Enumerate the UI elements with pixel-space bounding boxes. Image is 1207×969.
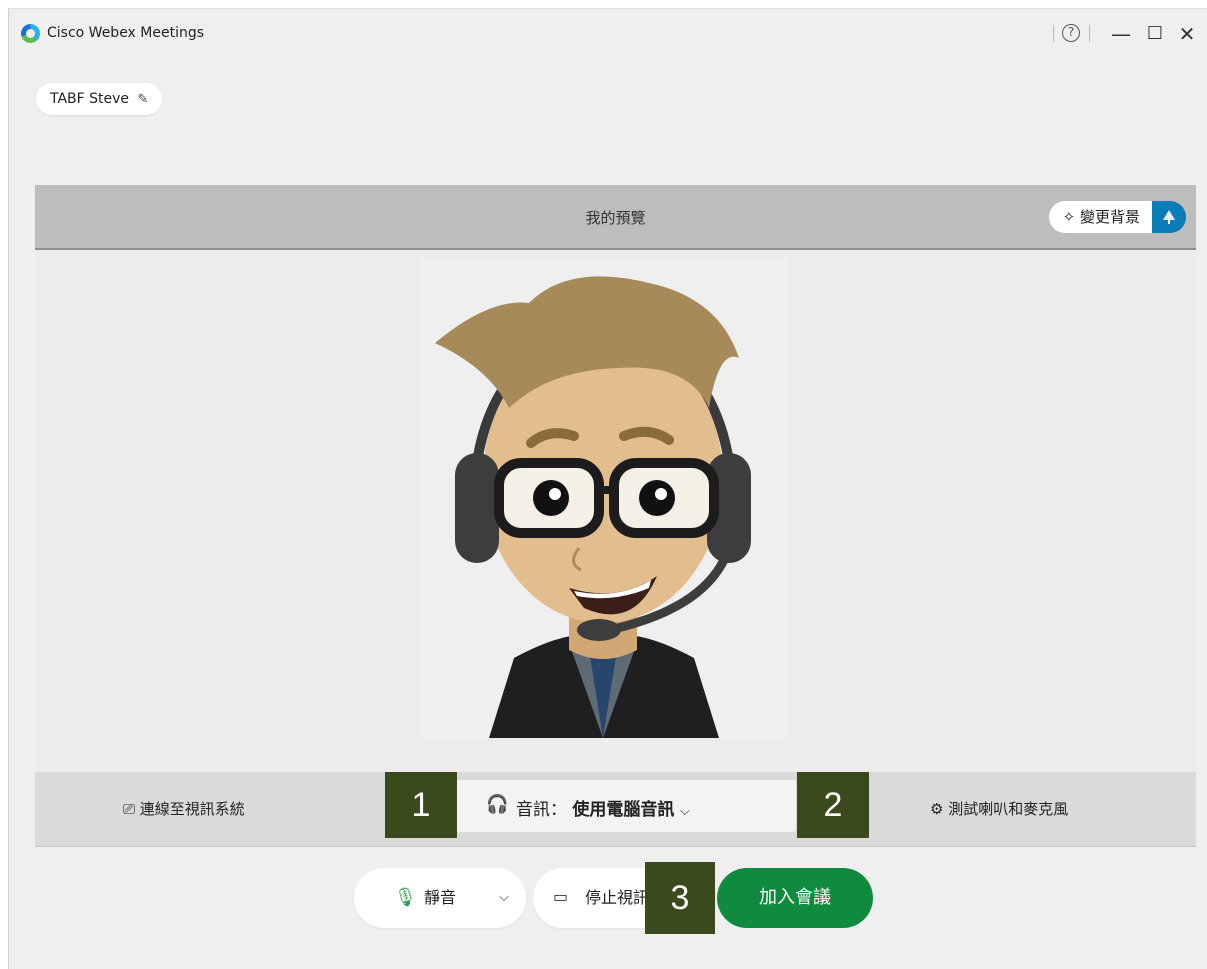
- magic-wand-icon: ✧: [1062, 208, 1080, 226]
- gear-icon: ⚙: [930, 800, 949, 818]
- step-badge-1: 1: [385, 772, 457, 838]
- device-bar: ⎚ 連線至視訊系統 🎧 音訊： 使用電腦音訊 ⌵ ⚙ 測試喇叭和麥克風: [35, 772, 1196, 847]
- mute-label: 靜音: [424, 888, 457, 907]
- avatar-video: [419, 258, 787, 738]
- microphone-icon: 🎙: [394, 887, 417, 908]
- webex-logo-icon: [21, 24, 40, 43]
- audio-label: 音訊： 使用電腦音訊 ⌵: [516, 795, 690, 820]
- cartoon-avatar: [435, 276, 751, 738]
- stop-video-label: 停止視訊: [585, 888, 650, 907]
- test-speaker-mic-label: 測試喇叭和麥克風: [948, 800, 1069, 818]
- display-name-pill[interactable]: TABF Steve ✎: [36, 83, 163, 115]
- separator: [1089, 25, 1090, 42]
- camera-icon: ▭: [553, 887, 569, 906]
- video-preview: [35, 250, 1196, 772]
- window-title: Cisco Webex Meetings: [47, 25, 205, 41]
- join-meeting-button[interactable]: 加入會議: [717, 868, 873, 928]
- audio-prefix: 音訊：: [516, 800, 567, 820]
- chevron-down-icon: ⌵: [679, 804, 690, 819]
- headset-icon: 🎧: [486, 794, 509, 815]
- mute-button[interactable]: 🎙 靜音 ⌵: [354, 868, 526, 928]
- title-bar: Cisco Webex Meetings ? — ☐ ✕: [9, 9, 1207, 59]
- audio-value: 使用電腦音訊: [572, 800, 675, 820]
- close-button[interactable]: ✕: [1172, 19, 1202, 49]
- connect-video-system-button[interactable]: ⎚ 連線至視訊系統: [123, 798, 245, 819]
- maximize-button[interactable]: ☐: [1140, 19, 1170, 49]
- display-name: TABF Steve: [50, 91, 130, 107]
- change-background-label: 變更背景: [1079, 208, 1140, 226]
- blur-background-icon[interactable]: [1152, 201, 1186, 233]
- help-icon[interactable]: ?: [1062, 24, 1080, 42]
- pencil-icon[interactable]: ✎: [138, 92, 149, 107]
- chevron-down-icon[interactable]: ⌵: [499, 868, 509, 928]
- change-background-button[interactable]: ✧ 變更背景: [1048, 201, 1154, 233]
- webex-window: Cisco Webex Meetings ? — ☐ ✕ TABF Steve …: [8, 8, 1207, 969]
- connect-video-system-label: 連線至視訊系統: [139, 800, 245, 818]
- step-badge-3: 3: [645, 862, 715, 934]
- separator: [1053, 25, 1054, 42]
- preview-title: 我的預覽: [585, 209, 646, 227]
- preview-header: 我的預覽 ✧ 變更背景: [35, 185, 1196, 250]
- test-speaker-mic-button[interactable]: ⚙ 測試喇叭和麥克風: [930, 798, 1068, 819]
- minimize-button[interactable]: —: [1106, 19, 1136, 49]
- cast-icon: ⎚: [123, 800, 140, 818]
- step-badge-2: 2: [797, 772, 869, 838]
- audio-connection-dropdown[interactable]: 🎧 音訊： 使用電腦音訊 ⌵: [456, 780, 796, 832]
